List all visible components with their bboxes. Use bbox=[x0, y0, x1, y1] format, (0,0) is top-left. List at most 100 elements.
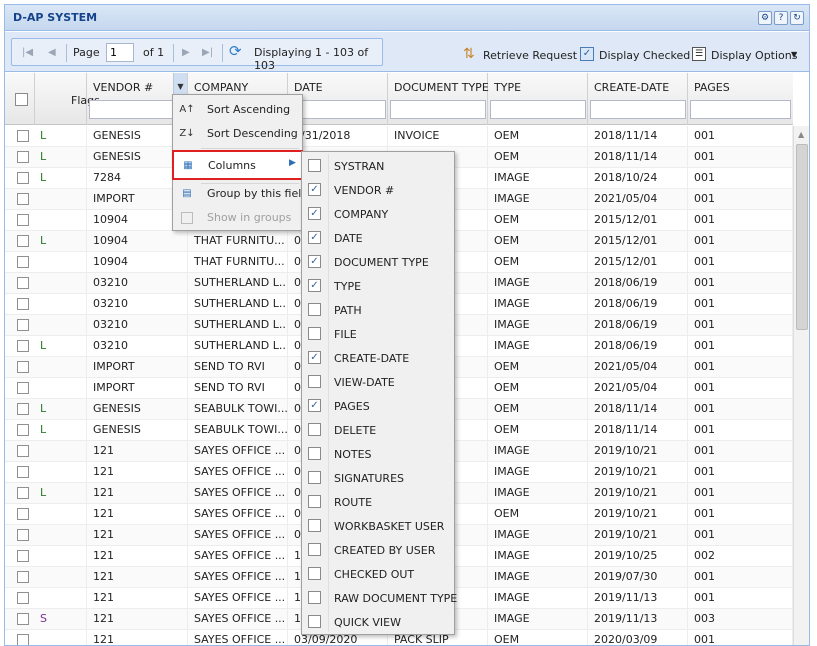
next-page-icon[interactable]: ▶ bbox=[182, 47, 190, 58]
row-checkbox[interactable] bbox=[17, 172, 29, 184]
row-checkbox[interactable] bbox=[17, 466, 29, 478]
column-option-company[interactable]: ✓ COMPANY bbox=[302, 202, 454, 226]
column-option-raw-document-type[interactable]: RAW DOCUMENT TYPE bbox=[302, 586, 457, 610]
row-checkbox[interactable] bbox=[17, 445, 29, 457]
row-checkbox[interactable] bbox=[17, 277, 29, 289]
column-option-checkbox[interactable] bbox=[308, 327, 321, 340]
sort-descending-item[interactable]: Z↓ Sort Descending bbox=[173, 122, 302, 146]
column-option-quick-view[interactable]: QUICK VIEW bbox=[302, 610, 454, 634]
row-checkbox[interactable] bbox=[17, 361, 29, 373]
column-option-systran[interactable]: SYSTRAN bbox=[302, 154, 454, 178]
column-option-date[interactable]: ✓ DATE bbox=[302, 226, 454, 250]
display-checked-button[interactable]: Display Checked bbox=[599, 49, 690, 62]
last-page-icon[interactable]: ▶| bbox=[202, 47, 213, 58]
create-date-filter-input[interactable] bbox=[590, 100, 686, 119]
column-option-file[interactable]: FILE bbox=[302, 322, 454, 346]
refresh-icon[interactable]: ⟳ bbox=[229, 42, 242, 60]
row-checkbox[interactable] bbox=[17, 508, 29, 520]
column-option-label: COMPANY bbox=[334, 208, 389, 221]
first-page-icon[interactable]: |◀ bbox=[22, 47, 33, 58]
column-option-created-by-user[interactable]: CREATED BY USER bbox=[302, 538, 454, 562]
row-checkbox[interactable] bbox=[17, 487, 29, 499]
scroll-up-icon[interactable]: ▲ bbox=[798, 130, 804, 139]
column-option-checkbox[interactable]: ✓ bbox=[308, 231, 321, 244]
column-option-checkbox[interactable] bbox=[308, 303, 321, 316]
page-number-input[interactable] bbox=[106, 43, 134, 62]
column-option-workbasket-user[interactable]: WORKBASKET USER bbox=[302, 514, 454, 538]
column-option-checkbox[interactable] bbox=[308, 615, 321, 628]
header-flags[interactable]: Flags bbox=[35, 73, 100, 125]
row-checkbox[interactable] bbox=[17, 403, 29, 415]
row-checkbox[interactable] bbox=[17, 529, 29, 541]
column-option-type[interactable]: ✓ TYPE bbox=[302, 274, 454, 298]
row-checkbox[interactable] bbox=[17, 592, 29, 604]
column-option-checkbox[interactable] bbox=[308, 543, 321, 556]
column-option-checkbox[interactable] bbox=[308, 567, 321, 580]
row-checkbox[interactable] bbox=[17, 319, 29, 331]
display-options-button[interactable]: Display Options bbox=[711, 49, 798, 62]
column-option-checked-out[interactable]: CHECKED OUT bbox=[302, 562, 454, 586]
row-checkbox[interactable] bbox=[17, 298, 29, 310]
column-option-checkbox[interactable] bbox=[308, 495, 321, 508]
column-option-checkbox[interactable]: ✓ bbox=[308, 183, 321, 196]
row-checkbox[interactable] bbox=[17, 256, 29, 268]
select-all-checkbox[interactable] bbox=[15, 93, 28, 106]
column-option-checkbox[interactable] bbox=[308, 519, 321, 532]
row-checkbox[interactable] bbox=[17, 634, 29, 645]
column-option-checkbox[interactable] bbox=[308, 159, 321, 172]
retrieve-request-button[interactable]: Retrieve Request bbox=[483, 49, 577, 62]
chevron-down-icon[interactable]: ▼ bbox=[791, 50, 797, 59]
row-checkbox[interactable] bbox=[17, 235, 29, 247]
header-date[interactable]: DATE bbox=[288, 73, 388, 125]
column-option-create-date[interactable]: ✓ CREATE-DATE bbox=[302, 346, 454, 370]
prev-page-icon[interactable]: ◀ bbox=[48, 47, 56, 58]
column-option-path[interactable]: PATH bbox=[302, 298, 454, 322]
row-checkbox[interactable] bbox=[17, 550, 29, 562]
pages-filter-input[interactable] bbox=[690, 100, 791, 119]
row-checkbox[interactable] bbox=[17, 382, 29, 394]
row-checkbox[interactable] bbox=[17, 571, 29, 583]
header-pages[interactable]: PAGES bbox=[688, 73, 793, 125]
row-checkbox[interactable] bbox=[17, 130, 29, 142]
group-by-field-item[interactable]: ▤ Group by this field bbox=[173, 182, 308, 206]
sort-ascending-item[interactable]: A↑ Sort Ascending bbox=[173, 98, 302, 122]
row-checkbox[interactable] bbox=[17, 340, 29, 352]
vertical-scrollbar[interactable]: ▲ bbox=[793, 126, 809, 645]
column-option-view-date[interactable]: VIEW-DATE bbox=[302, 370, 454, 394]
type-filter-input[interactable] bbox=[490, 100, 586, 119]
column-option-notes[interactable]: NOTES bbox=[302, 442, 454, 466]
column-option-route[interactable]: ROUTE bbox=[302, 490, 454, 514]
table-row[interactable]: LGENESIS3/31/2018INVOICEOEM2018/11/14001 bbox=[5, 126, 793, 147]
column-option-checkbox[interactable]: ✓ bbox=[308, 399, 321, 412]
header-type[interactable]: TYPE bbox=[488, 73, 588, 125]
column-option-vendor[interactable]: ✓ VENDOR # bbox=[302, 178, 454, 202]
column-option-signatures[interactable]: SIGNATURES bbox=[302, 466, 454, 490]
column-option-checkbox[interactable] bbox=[308, 423, 321, 436]
row-checkbox[interactable] bbox=[17, 214, 29, 226]
column-option-checkbox[interactable]: ✓ bbox=[308, 207, 321, 220]
column-option-pages[interactable]: ✓ PAGES bbox=[302, 394, 454, 418]
header-create-date[interactable]: CREATE-DATE bbox=[588, 73, 688, 125]
document-type-filter-input[interactable] bbox=[390, 100, 486, 119]
scrollbar-thumb[interactable] bbox=[796, 144, 808, 330]
header-document-type[interactable]: DOCUMENT TYPE bbox=[388, 73, 489, 125]
row-checkbox[interactable] bbox=[17, 151, 29, 163]
column-option-delete[interactable]: DELETE bbox=[302, 418, 454, 442]
column-option-checkbox[interactable]: ✓ bbox=[308, 351, 321, 364]
refresh-icon[interactable]: ↻ bbox=[790, 11, 804, 25]
help-icon[interactable]: ? bbox=[774, 11, 788, 25]
gear-icon[interactable]: ⚙ bbox=[758, 11, 772, 25]
column-option-document-type[interactable]: ✓ DOCUMENT TYPE bbox=[302, 250, 454, 274]
column-option-checkbox[interactable] bbox=[308, 591, 321, 604]
row-checkbox[interactable] bbox=[17, 193, 29, 205]
date-filter-input[interactable] bbox=[290, 100, 386, 119]
column-option-checkbox[interactable]: ✓ bbox=[308, 279, 321, 292]
column-option-checkbox[interactable] bbox=[308, 375, 321, 388]
row-checkbox[interactable] bbox=[17, 424, 29, 436]
column-option-checkbox[interactable] bbox=[308, 447, 321, 460]
columns-item[interactable]: ▦ Columns ▶ bbox=[172, 150, 303, 180]
column-option-checkbox[interactable] bbox=[308, 471, 321, 484]
column-option-label: SYSTRAN bbox=[334, 160, 385, 173]
column-option-checkbox[interactable]: ✓ bbox=[308, 255, 321, 268]
row-checkbox[interactable] bbox=[17, 613, 29, 625]
